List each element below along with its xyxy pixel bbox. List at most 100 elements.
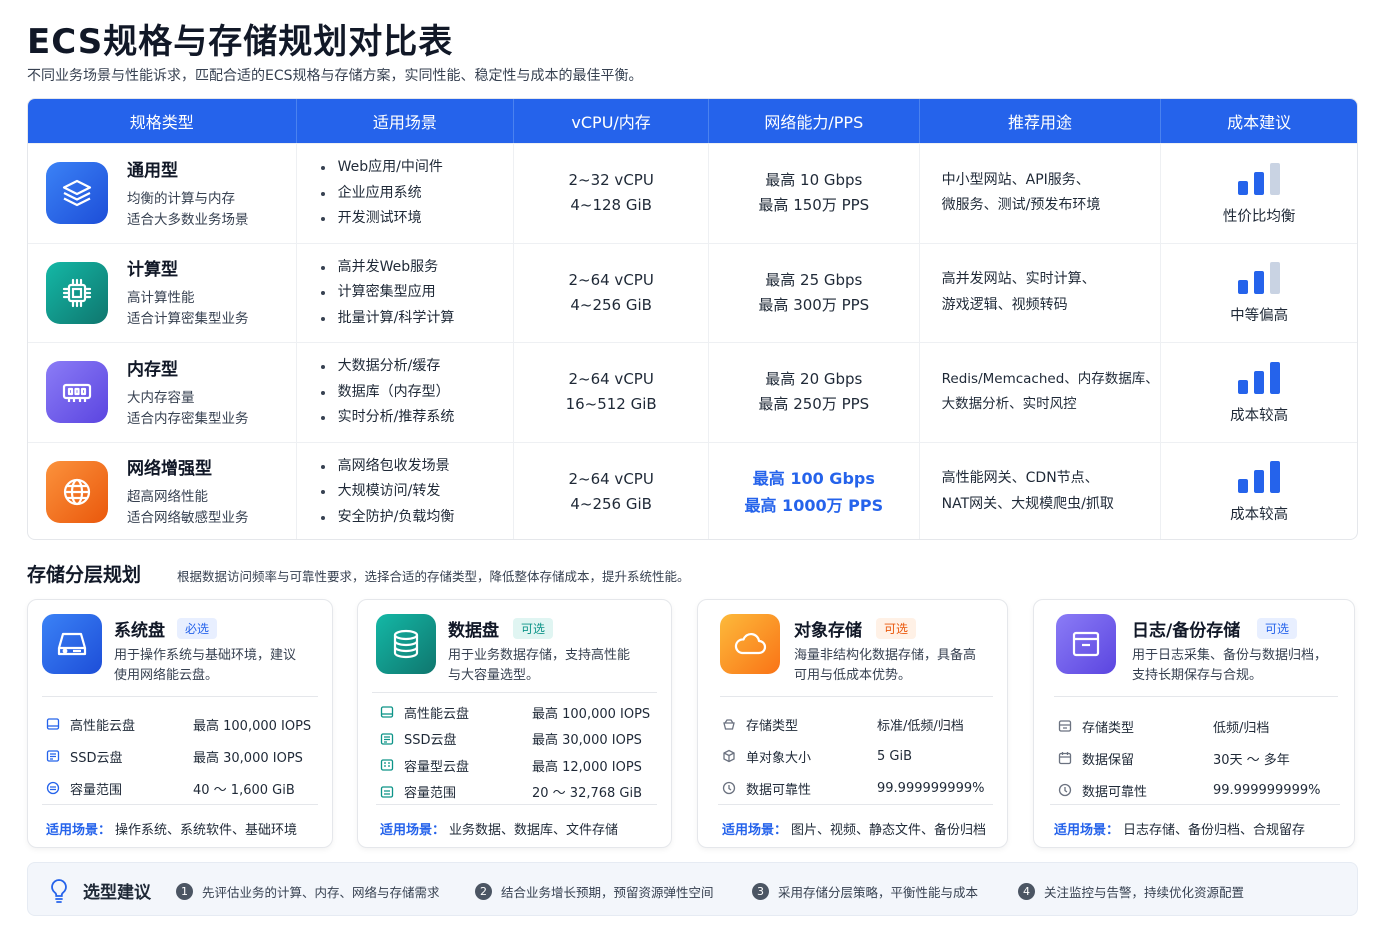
scenario-item: Web应用/中间件 <box>319 155 443 181</box>
step-text: 关注监控与告警，持续优化资源配置 <box>1044 885 1245 900</box>
storage-card-system-disk: 系统盘 必选 用于操作系统与基础环境，建议 使用网络能云盘。 高性能云盘 最高 … <box>27 599 333 848</box>
memory-value: 4~128 GiB <box>570 196 652 215</box>
usage-label: 适用场景： <box>1054 823 1120 838</box>
scenario-cell: 高并发Web服务 计算密集型应用 批量计算/科学计算 <box>297 243 515 342</box>
spec-row: 存储类型 标准/低频/归档 <box>722 708 993 740</box>
cost-bar <box>1238 280 1249 295</box>
vcpu-value: 2~64 vCPU <box>568 469 654 488</box>
storage-name: 系统盘 <box>114 621 165 641</box>
storage-desc-line: 使用网络能云盘。 <box>114 668 219 683</box>
globe-icon <box>46 460 108 523</box>
page-subtitle: 不同业务场景与性能诉求，匹配合适的ECS规格与存储方案，实同性能、稳定性与成本的… <box>27 68 643 84</box>
network-cell: 最高 100 Gbps 最高 1000万 PPS <box>709 442 920 539</box>
cpu-memory-cell: 2~64 vCPU 4~256 GiB <box>514 442 709 539</box>
vcpu-value: 2~64 vCPU <box>568 270 654 289</box>
spec-label: 高性能云盘 <box>70 718 136 734</box>
spec-table: 规格类型 适用场景 vCPU/内存 网络能力/PPS 推荐用途 成本建议 通用型… <box>27 98 1358 540</box>
cost-bar <box>1254 171 1265 195</box>
column-header-use: 推荐用途 <box>920 99 1162 143</box>
optional-badge: 可选 <box>1257 618 1298 639</box>
use-cell: 高并发网站、实时计算、 游戏逻辑、视频转码 <box>920 243 1162 342</box>
use-line: 高并发网站、实时计算、 <box>941 271 1096 288</box>
storage-name: 数据盘 <box>448 621 499 641</box>
use-cell: 高性能网关、CDN节点、 NAT网关、大规模爬虫/抓取 <box>920 442 1162 539</box>
scenario-item: 企业应用系统 <box>319 181 443 207</box>
step-text: 采用存储分层策略，平衡性能与成本 <box>778 885 979 900</box>
pps-value: 最高 1000万 PPS <box>744 495 884 515</box>
vcpu-value: 2~64 vCPU <box>568 370 654 389</box>
calendar-icon <box>1058 751 1072 765</box>
divider <box>720 696 993 697</box>
cost-bar <box>1254 271 1265 295</box>
usage-text: 操作系统、系统软件、基础环境 <box>115 823 298 838</box>
usage-text: 业务数据、数据库、文件存储 <box>449 823 619 838</box>
type-cell: 通用型 均衡的计算与内存 适合大多数业务场景 <box>28 144 297 243</box>
ssd-icon <box>380 732 394 746</box>
spec-value: 最高 30,000 IOPS <box>532 733 642 749</box>
storage-usage: 适用场景： 操作系统、系统软件、基础环境 <box>42 804 318 838</box>
cpu-memory-cell: 2~64 vCPU 4~256 GiB <box>514 243 709 342</box>
type-cell: 网络增强型 超高网络性能 适合网络敏感型业务 <box>28 442 297 539</box>
step-number: 3 <box>752 883 769 900</box>
spec-row: 容量范围 40 ～ 1,600 GiB <box>46 772 318 804</box>
scenario-cell: 大数据分析/缓存 数据库（内存型） 实时分析/推荐系统 <box>297 343 515 442</box>
cost-bar <box>1238 180 1249 195</box>
spec-label: SSD云盘 <box>404 733 457 749</box>
pps-value: 最高 250万 PPS <box>758 395 870 414</box>
spec-label: 存储类型 <box>1082 720 1135 736</box>
storage-card-data-disk: 数据盘 可选 用于业务数据存储，支持高性能 与大容量选型。 高性能云盘 最高 1… <box>357 599 672 848</box>
bandwidth-value: 最高 20 Gbps <box>765 370 863 389</box>
network-cell: 最高 25 Gbps 最高 300万 PPS <box>709 243 920 342</box>
type-desc-line: 均衡的计算与内存 <box>127 190 235 207</box>
scenario-item: 开发测试环境 <box>319 206 443 232</box>
spec-value: 30天 ～ 多年 <box>1213 752 1290 768</box>
page-title: ECS规格与存储规划对比表 <box>27 22 454 62</box>
use-line: 游戏逻辑、视频转码 <box>941 296 1068 313</box>
spec-row: SSD云盘 最高 30,000 IOPS <box>46 740 318 772</box>
storage-desc: 用于日志采集、备份与数据归档， 支持长期保存与合规。 <box>1132 646 1327 686</box>
scenario-cell: Web应用/中间件 企业应用系统 开发测试环境 <box>297 144 515 243</box>
divider <box>1054 696 1338 697</box>
step-number: 4 <box>1018 883 1035 900</box>
storage-usage: 适用场景： 图片、视频、静态文件、备份归档 <box>718 804 993 838</box>
storage-desc-line: 与大容量选型。 <box>448 668 540 683</box>
cloud-icon <box>720 614 780 674</box>
spec-value: 20 ～ 32,768 GiB <box>532 786 643 802</box>
spec-label: 数据保留 <box>1082 752 1135 768</box>
column-header-cost: 成本建议 <box>1227 113 1292 132</box>
optional-badge: 可选 <box>513 618 554 639</box>
cpu-memory-cell: 2~64 vCPU 16~512 GiB <box>514 343 709 442</box>
required-badge: 必选 <box>177 618 218 639</box>
spec-row: SSD云盘 最高 30,000 IOPS <box>380 726 657 753</box>
type-name: 网络增强型 <box>127 459 212 480</box>
spec-row: 容量型云盘 最高 12,000 IOPS <box>380 752 657 779</box>
table-row: 内存型 大内存容量 适合内存密集型业务 大数据分析/缓存 数据库（内存型） 实时… <box>28 342 1357 442</box>
type-desc-line: 适合大多数业务场景 <box>127 211 249 228</box>
storage-spec-list: 存储类型 标准/低频/归档 单对象大小 5 GiB 数据可靠性 99.99999… <box>722 708 993 804</box>
lightbulb-icon <box>48 878 70 904</box>
bandwidth-value: 最高 100 Gbps <box>752 468 875 488</box>
advice-step: 3 采用存储分层策略，平衡性能与成本 <box>752 882 978 901</box>
spec-value: 最高 100,000 IOPS <box>532 706 651 722</box>
scenario-item: 大规模访问/转发 <box>319 479 455 505</box>
storage-card-object-storage: 对象存储 可选 海量非结构化数据存储，具备高 可用与低成本优势。 存储类型 标准… <box>697 599 1008 848</box>
storage-desc-line: 可用与低成本优势。 <box>794 668 912 683</box>
usage-label: 适用场景： <box>46 823 112 838</box>
network-cell: 最高 20 Gbps 最高 250万 PPS <box>709 343 920 442</box>
network-cell: 最高 10 Gbps 最高 150万 PPS <box>709 144 920 243</box>
cost-bar <box>1238 479 1249 494</box>
spec-row: 容量范围 20 ～ 32,768 GiB <box>380 779 657 806</box>
storage-name: 对象存储 <box>794 621 862 641</box>
storage-spec-list: 存储类型 低频/归档 数据保留 30天 ～ 多年 数据可靠性 99.999999… <box>1058 710 1340 806</box>
cost-bar <box>1270 361 1281 394</box>
use-line: 中小型网站、API服务、 <box>941 171 1090 188</box>
cost-label: 成本较高 <box>1230 407 1289 424</box>
use-line: NAT网关、大规模爬虫/抓取 <box>941 495 1114 512</box>
disk-icon <box>46 717 60 731</box>
type-cell: 计算型 高计算性能 适合计算密集型业务 <box>28 243 297 342</box>
storage-desc-line: 用于操作系统与基础环境，建议 <box>114 648 297 663</box>
type-desc-line: 适合计算密集型业务 <box>127 311 249 328</box>
scenario-item: 批量计算/科学计算 <box>319 306 454 332</box>
archive-icon <box>1056 614 1116 674</box>
memory-value: 4~256 GiB <box>570 295 652 314</box>
